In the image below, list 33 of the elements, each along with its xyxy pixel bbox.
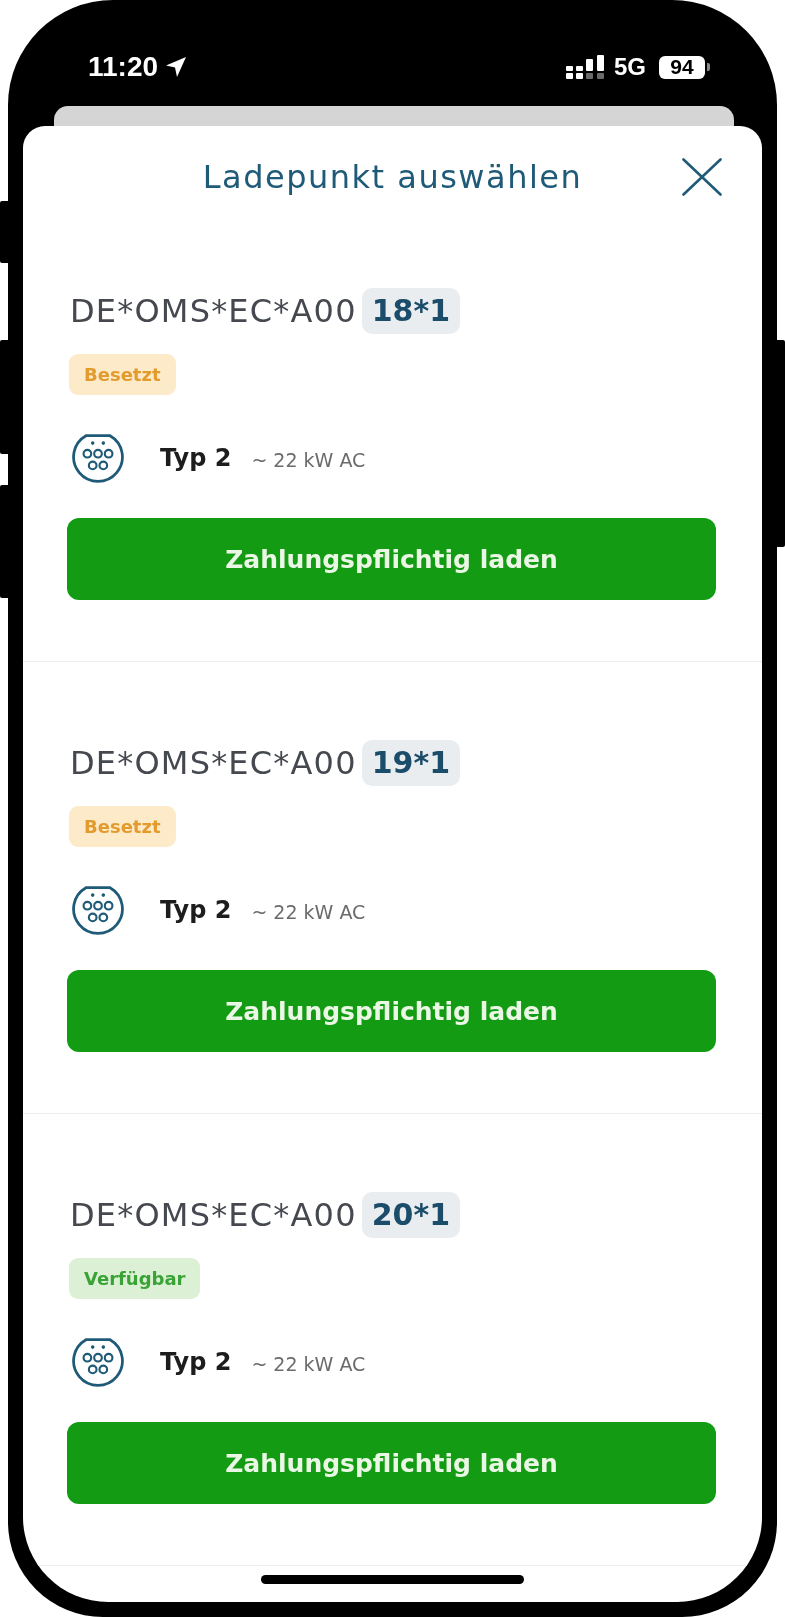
side-button[interactable]: [777, 340, 785, 547]
status-time: 11:20: [88, 50, 159, 84]
charge-point-number: 20*1: [361, 1192, 461, 1238]
close-button[interactable]: [682, 158, 722, 196]
connector-power: ~ 22 kW AC: [251, 447, 366, 471]
side-button[interactable]: [0, 485, 8, 598]
side-button[interactable]: [0, 340, 8, 454]
connector-type: Typ 2: [160, 896, 232, 924]
status-badge: Verfügbar: [69, 1258, 201, 1299]
charge-button[interactable]: Zahlungspflichtig laden: [67, 518, 716, 600]
charge-point-id: DE*OMS*EC*A00: [70, 295, 357, 327]
status-badge: Besetzt: [69, 354, 176, 395]
network-label: 5G: [614, 52, 646, 82]
connector-type: Typ 2: [160, 1348, 232, 1376]
charge-point-id: DE*OMS*EC*A00: [70, 747, 357, 779]
location-arrow-icon: [166, 57, 187, 77]
close-icon: [682, 158, 722, 196]
connector-icon: [72, 433, 124, 483]
signal-icon: [566, 55, 604, 79]
charge-point-number: 18*1: [361, 288, 461, 334]
connector-power: ~ 22 kW AC: [251, 1351, 366, 1375]
charge-button[interactable]: Zahlungspflichtig laden: [67, 970, 716, 1052]
charge-point-number: 19*1: [361, 740, 461, 786]
side-button[interactable]: [0, 201, 8, 263]
connector-power: ~ 22 kW AC: [251, 899, 366, 923]
charge-point-id: DE*OMS*EC*A00: [70, 1199, 357, 1231]
connector-icon: [72, 885, 124, 935]
battery-indicator: 94: [659, 55, 710, 79]
status-badge: Besetzt: [69, 806, 176, 847]
connector-type: Typ 2: [160, 444, 232, 472]
charge-button[interactable]: Zahlungspflichtig laden: [67, 1422, 716, 1504]
connector-icon: [72, 1337, 124, 1387]
sheet-title: Ladepunkt auswählen: [202, 157, 583, 197]
